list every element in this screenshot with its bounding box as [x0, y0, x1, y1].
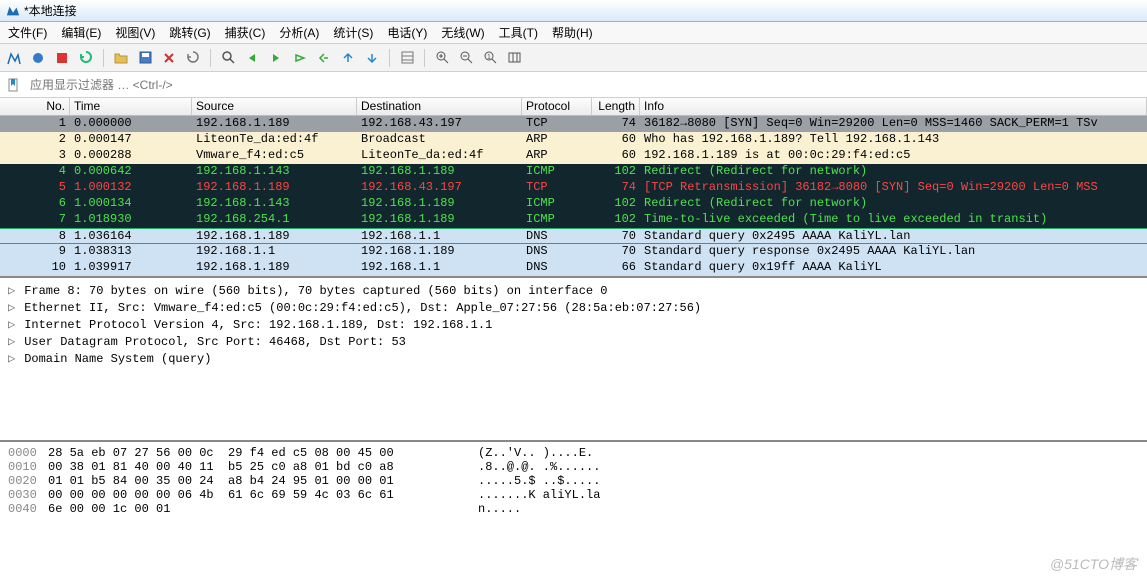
toolbar-separator [103, 49, 104, 67]
menu-analyze[interactable]: 分析(A) [277, 23, 321, 42]
close-file-button[interactable] [159, 48, 179, 68]
colorize-button[interactable] [397, 48, 417, 68]
expand-icon[interactable]: ▷ [8, 351, 17, 366]
expand-icon[interactable]: ▷ [8, 300, 17, 315]
packet-row[interactable]: 101.039917192.168.1.189192.168.1.1DNS66S… [0, 260, 1147, 276]
col-no[interactable]: No. [0, 98, 70, 115]
col-source[interactable]: Source [192, 98, 357, 115]
detail-tree-item[interactable]: ▷ Domain Name System (query) [2, 350, 1145, 367]
zoom-in-button[interactable] [432, 48, 452, 68]
packet-list-header[interactable]: No. Time Source Destination Protocol Len… [0, 98, 1147, 116]
display-filter-input[interactable] [26, 75, 1147, 95]
title-bar: *本地连接 [0, 0, 1147, 22]
hex-row[interactable]: 003000 00 00 00 00 00 06 4b 61 6c 69 59 … [2, 488, 1145, 502]
find-button[interactable] [218, 48, 238, 68]
capture-options-button[interactable] [76, 48, 96, 68]
packet-row[interactable]: 51.000132192.168.1.189192.168.43.197TCP7… [0, 180, 1147, 196]
watermark: @51CTO博客 [1050, 554, 1137, 574]
detail-tree-item[interactable]: ▷ User Datagram Protocol, Src Port: 4646… [2, 333, 1145, 350]
svg-text:1: 1 [487, 54, 491, 61]
go-back-button[interactable] [242, 48, 262, 68]
window-title: *本地连接 [24, 2, 77, 19]
start-capture-button[interactable] [4, 48, 24, 68]
packet-row[interactable]: 71.018930192.168.254.1192.168.1.189ICMP1… [0, 212, 1147, 228]
toolbar-separator [389, 49, 390, 67]
menu-edit[interactable]: 编辑(E) [59, 23, 103, 42]
menu-wireless[interactable]: 无线(W) [439, 23, 486, 42]
hex-row[interactable]: 001000 38 01 81 40 00 40 11 b5 25 c0 a8 … [2, 460, 1145, 474]
hex-row[interactable]: 00406e 00 00 1c 00 01n..... [2, 502, 1145, 516]
menu-bar: 文件(F) 编辑(E) 视图(V) 跳转(G) 捕获(C) 分析(A) 统计(S… [0, 22, 1147, 44]
menu-file[interactable]: 文件(F) [6, 23, 49, 42]
packet-row[interactable]: 91.038313192.168.1.1192.168.1.189DNS70St… [0, 244, 1147, 260]
zoom-reset-button[interactable]: 1 [480, 48, 500, 68]
go-first-button[interactable] [314, 48, 334, 68]
display-filter-bar [0, 72, 1147, 98]
resize-columns-button[interactable] [504, 48, 524, 68]
save-file-button[interactable] [135, 48, 155, 68]
go-last-button[interactable] [338, 48, 358, 68]
go-to-packet-button[interactable] [290, 48, 310, 68]
packet-row[interactable]: 20.000147LiteonTe_da:ed:4fBroadcastARP60… [0, 132, 1147, 148]
detail-tree-item[interactable]: ▷ Frame 8: 70 bytes on wire (560 bits), … [2, 282, 1145, 299]
col-length[interactable]: Length [592, 98, 640, 115]
packet-bytes-pane[interactable]: 000028 5a eb 07 27 56 00 0c 29 f4 ed c5 … [0, 442, 1147, 520]
restart-capture-button[interactable] [52, 48, 72, 68]
stop-capture-button[interactable] [28, 48, 48, 68]
menu-view[interactable]: 视图(V) [113, 23, 157, 42]
menu-telephony[interactable]: 电话(Y) [385, 23, 429, 42]
menu-statistics[interactable]: 统计(S) [331, 23, 375, 42]
packet-row[interactable]: 10.000000192.168.1.189192.168.43.197TCP7… [0, 116, 1147, 132]
bookmark-filter-icon[interactable] [3, 75, 23, 95]
col-time[interactable]: Time [70, 98, 192, 115]
reload-button[interactable] [183, 48, 203, 68]
detail-tree-item[interactable]: ▷ Internet Protocol Version 4, Src: 192.… [2, 316, 1145, 333]
expand-icon[interactable]: ▷ [8, 283, 17, 298]
col-protocol[interactable]: Protocol [522, 98, 592, 115]
packet-row[interactable]: 61.000134192.168.1.143192.168.1.189ICMP1… [0, 196, 1147, 212]
expand-icon[interactable]: ▷ [8, 334, 17, 349]
wireshark-icon [6, 4, 20, 18]
col-destination[interactable]: Destination [357, 98, 522, 115]
menu-help[interactable]: 帮助(H) [550, 23, 595, 42]
packet-details-pane[interactable]: ▷ Frame 8: 70 bytes on wire (560 bits), … [0, 278, 1147, 442]
go-forward-button[interactable] [266, 48, 286, 68]
toolbar-separator [210, 49, 211, 67]
hex-row[interactable]: 000028 5a eb 07 27 56 00 0c 29 f4 ed c5 … [2, 446, 1145, 460]
menu-capture[interactable]: 捕获(C) [223, 23, 268, 42]
packet-row[interactable]: 30.000288Vmware_f4:ed:c5LiteonTe_da:ed:4… [0, 148, 1147, 164]
menu-tools[interactable]: 工具(T) [497, 23, 540, 42]
packet-row[interactable]: 81.036164192.168.1.189192.168.1.1DNS70St… [0, 228, 1147, 244]
expand-icon[interactable]: ▷ [8, 317, 17, 332]
open-file-button[interactable] [111, 48, 131, 68]
main-toolbar: 1 [0, 44, 1147, 72]
packet-row[interactable]: 40.000642192.168.1.143192.168.1.189ICMP1… [0, 164, 1147, 180]
hex-row[interactable]: 002001 01 b5 84 00 35 00 24 a8 b4 24 95 … [2, 474, 1145, 488]
packet-list-pane: No. Time Source Destination Protocol Len… [0, 98, 1147, 278]
menu-go[interactable]: 跳转(G) [167, 23, 212, 42]
toolbar-separator [424, 49, 425, 67]
zoom-out-button[interactable] [456, 48, 476, 68]
detail-tree-item[interactable]: ▷ Ethernet II, Src: Vmware_f4:ed:c5 (00:… [2, 299, 1145, 316]
auto-scroll-button[interactable] [362, 48, 382, 68]
col-info[interactable]: Info [640, 98, 1147, 115]
